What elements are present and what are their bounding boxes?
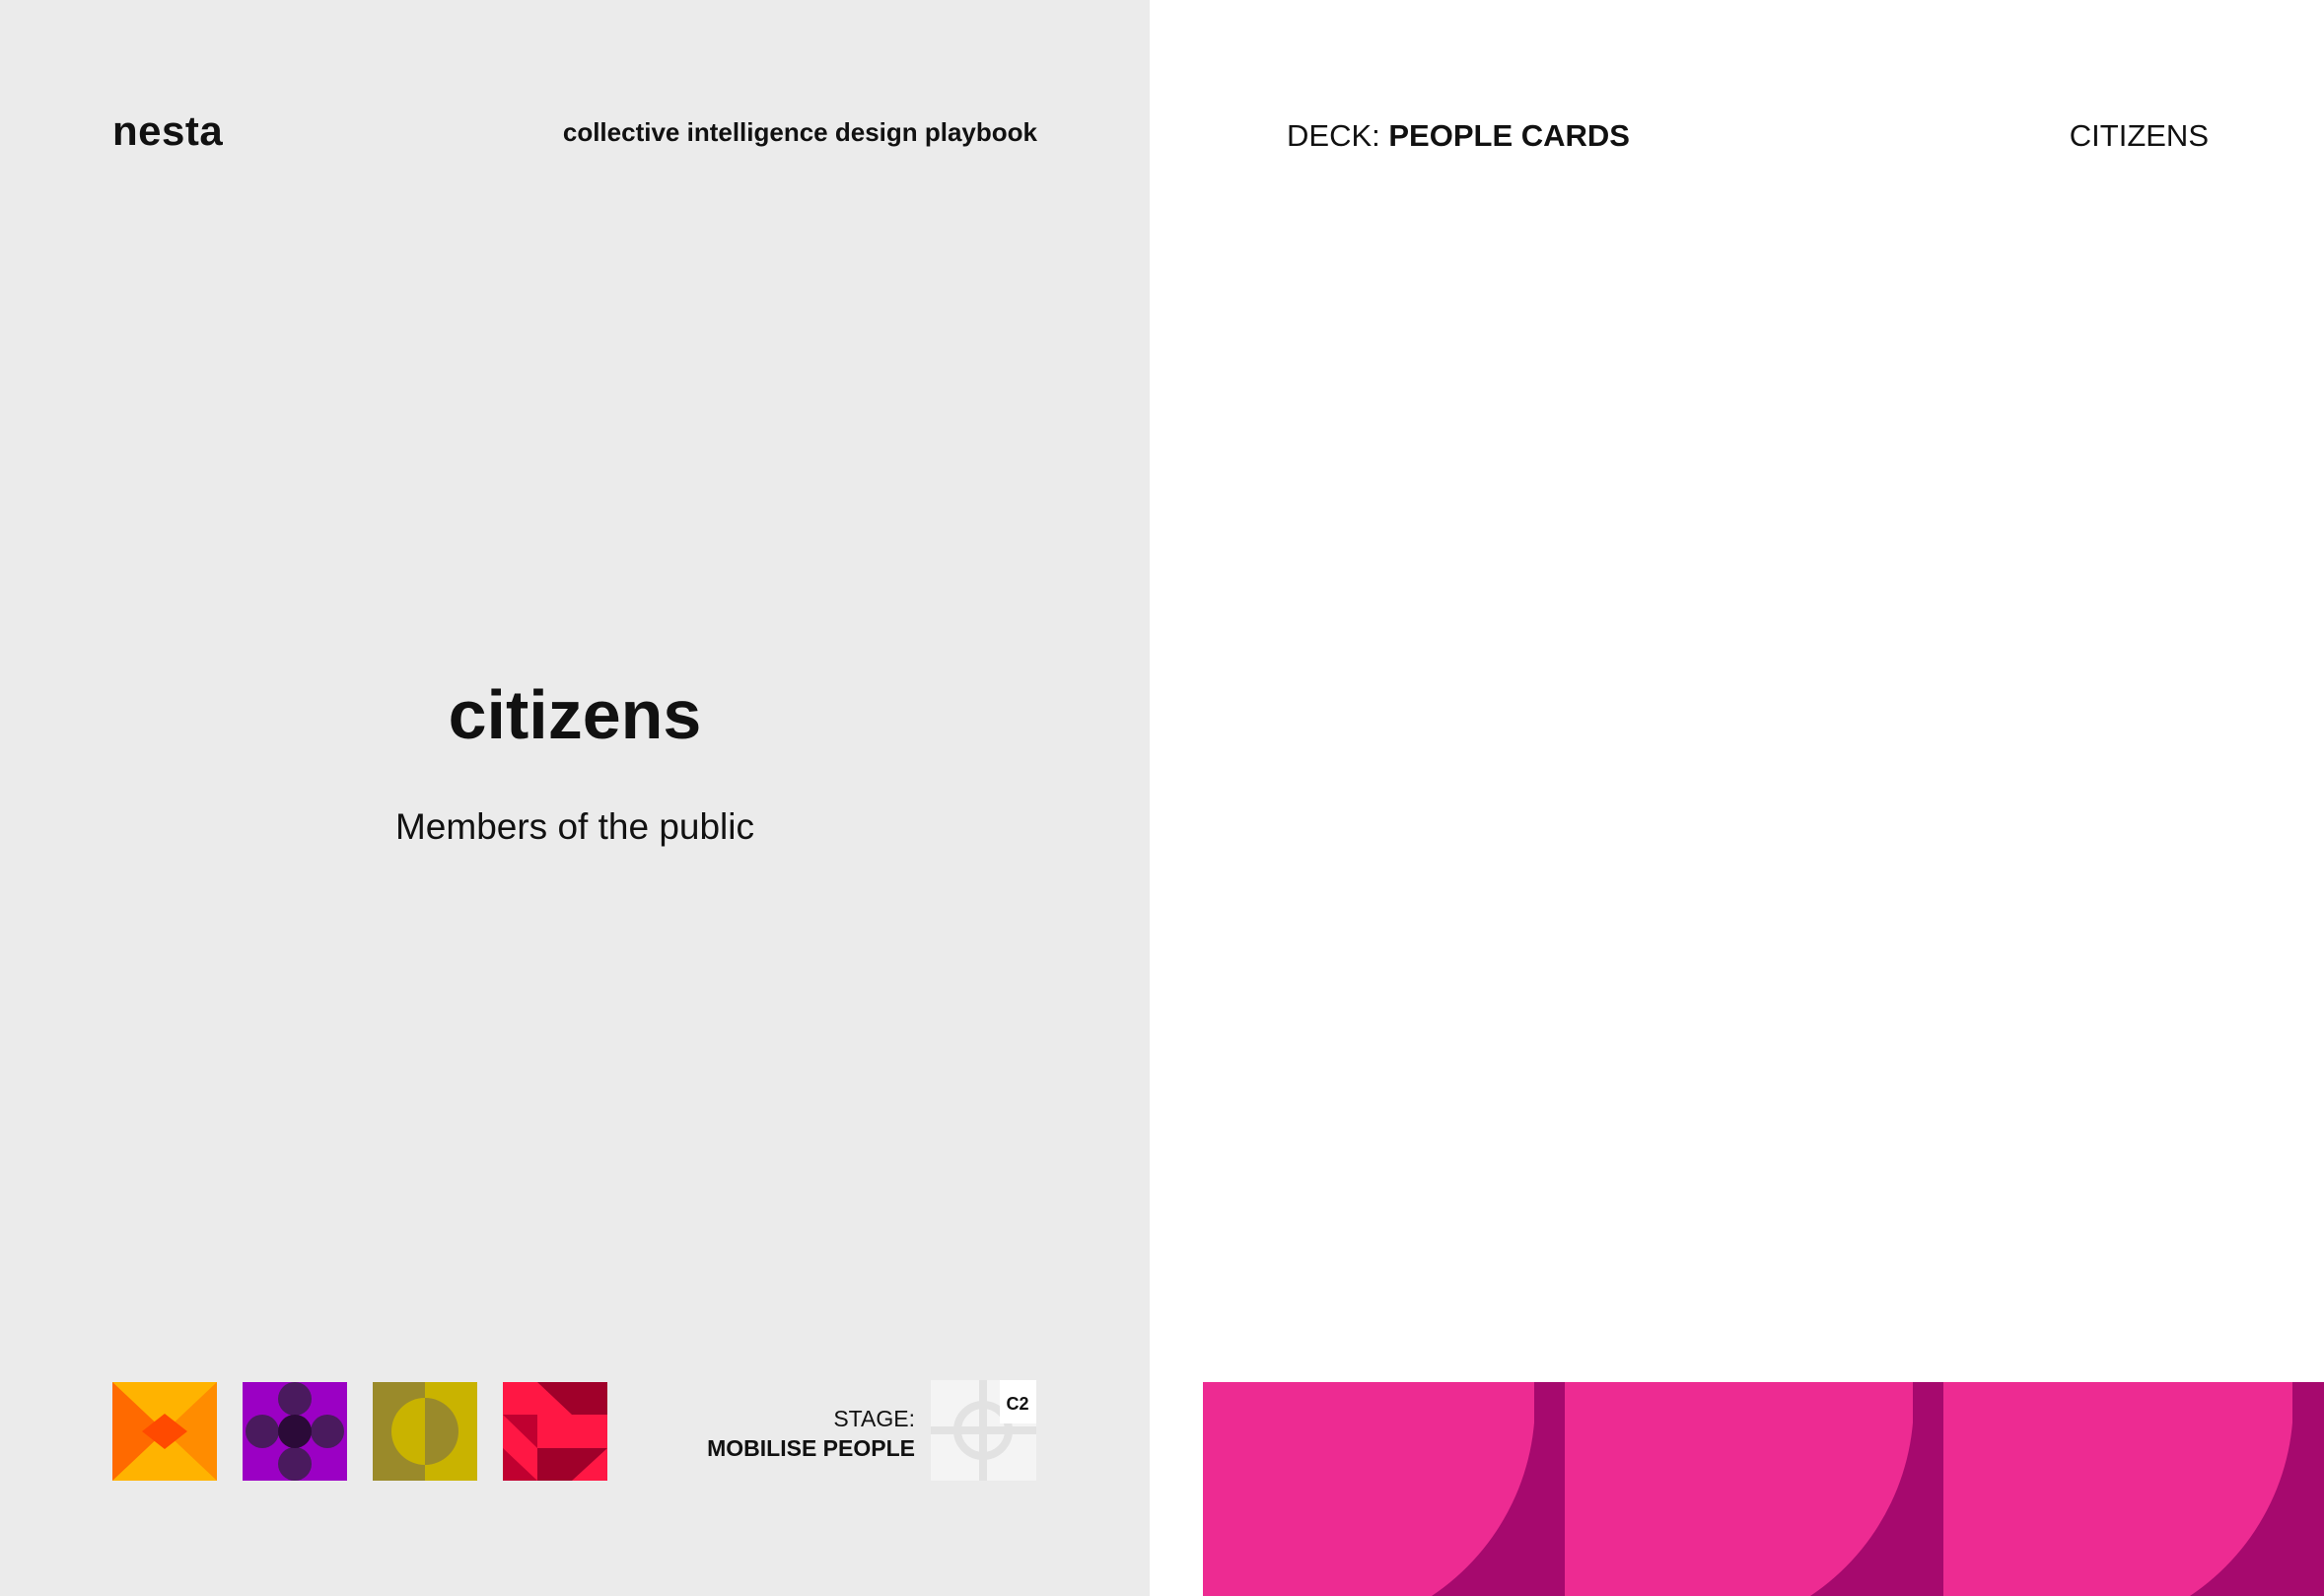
quarter-circle-pattern xyxy=(1203,1382,2324,1596)
playbook-title: collective intelligence design playbook xyxy=(562,117,1037,147)
crosshair-icon: C2 xyxy=(931,1380,1036,1481)
stage-label: STAGE: xyxy=(833,1406,915,1431)
red-triangles-icon xyxy=(503,1382,607,1481)
stage-info: STAGE: MOBILISE PEOPLE xyxy=(707,1405,915,1464)
nesta-logo: nesta xyxy=(112,107,224,154)
card-name: CITIZENS xyxy=(2069,118,2209,153)
card-back xyxy=(1150,0,2324,1596)
method-icons xyxy=(112,1382,607,1481)
card-title: citizens xyxy=(448,676,702,753)
purple-circles-icon xyxy=(243,1382,347,1481)
stage-code: C2 xyxy=(1006,1394,1028,1414)
orange-bowtie-icon xyxy=(112,1382,217,1481)
deck-label: DECK: PEOPLE CARDS xyxy=(1287,120,1630,151)
card-subtitle: Members of the public xyxy=(394,806,754,847)
olive-half-circle-icon xyxy=(373,1382,477,1481)
deck-prefix: DECK: xyxy=(1287,118,1389,153)
stage-value: MOBILISE PEOPLE xyxy=(707,1434,915,1461)
card-front: nesta collective intelligence design pla… xyxy=(0,0,1150,1596)
deck-name: PEOPLE CARDS xyxy=(1388,118,1630,153)
